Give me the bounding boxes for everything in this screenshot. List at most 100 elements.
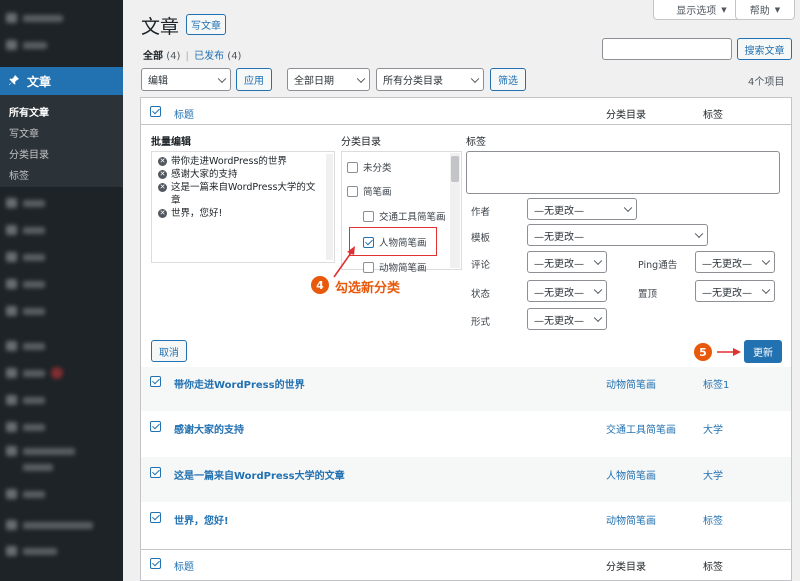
bulk-post-title-cont: 章	[171, 195, 181, 206]
column-tags: 标签	[703, 562, 723, 573]
sidebar-item-blurred[interactable]	[6, 198, 45, 208]
bulk-action-select[interactable]: 编辑	[141, 68, 231, 91]
submenu-add-new[interactable]: 写文章	[0, 124, 123, 145]
search-input[interactable]	[602, 38, 732, 60]
item-count: 4个项目	[748, 77, 785, 88]
posts-table: 标题 分类目录 标签 批量编辑 ✕ 带你走进WordPress的世界 ✕ 感谢大家的…	[140, 97, 792, 581]
ping-select[interactable]: —无更改—	[695, 251, 775, 273]
submenu-all-posts[interactable]: 所有文章	[0, 103, 123, 124]
pin-icon	[8, 74, 20, 89]
select-all-checkbox[interactable]	[150, 106, 161, 117]
select-all-checkbox[interactable]	[150, 558, 161, 569]
sticky-select[interactable]: —无更改—	[695, 280, 775, 302]
row-checkbox[interactable]	[150, 467, 161, 478]
arrow-icon	[333, 246, 355, 278]
post-tag-link[interactable]: 标签	[703, 512, 723, 527]
table-row[interactable]: 世界，您好! 动物简笔画 标签	[141, 502, 791, 548]
sidebar-item-blurred[interactable]	[6, 225, 45, 235]
search-posts-button[interactable]: 搜索文章	[737, 38, 792, 60]
step-4-caption: 勾选新分类	[335, 281, 401, 296]
view-published[interactable]: 已发布	[194, 51, 224, 62]
bulk-post-title: 世界，您好!	[171, 208, 223, 219]
post-title-link[interactable]: 世界，您好!	[174, 512, 229, 527]
sidebar-item-blurred[interactable]	[6, 422, 45, 432]
row-checkbox[interactable]	[150, 421, 161, 432]
category-checkbox[interactable]	[347, 186, 358, 197]
remove-icon[interactable]: ✕	[158, 170, 167, 179]
table-row[interactable]: 这是一篇来自WordPress大学的文章 人物简笔画 大学	[141, 457, 791, 502]
bulk-post-title: 感谢大家的支持	[171, 169, 238, 180]
sidebar-item-posts[interactable]: 文章	[0, 67, 123, 95]
post-tag-link[interactable]: 大学	[703, 421, 723, 436]
sidebar-item-blurred	[23, 462, 53, 472]
category-checkbox[interactable]	[363, 262, 374, 273]
remove-icon[interactable]: ✕	[158, 209, 167, 218]
sidebar-item-blurred[interactable]	[6, 306, 45, 316]
post-category-link[interactable]: 动物简笔画	[606, 512, 656, 527]
remove-icon[interactable]: ✕	[158, 157, 167, 166]
category-filter-select[interactable]: 所有分类目录	[376, 68, 484, 91]
sidebar-item-blurred[interactable]	[6, 446, 75, 456]
date-filter-value: 全部日期	[294, 76, 334, 87]
view-separator: |	[185, 51, 189, 62]
post-tag-link[interactable]: 标签1	[703, 376, 729, 391]
sidebar-item-blurred[interactable]	[6, 40, 47, 50]
update-button[interactable]: 更新	[744, 340, 782, 363]
sidebar-item-dashboard[interactable]	[6, 13, 63, 23]
status-select[interactable]: —无更改—	[527, 280, 607, 302]
template-select[interactable]: —无更改—	[527, 224, 708, 246]
sidebar-item-blurred[interactable]	[6, 520, 93, 530]
column-title[interactable]: 标题	[174, 558, 194, 573]
filter-button[interactable]: 筛选	[490, 68, 526, 91]
apply-button[interactable]: 应用	[236, 68, 272, 91]
bulk-edit-post-list: ✕ 带你走进WordPress的世界 ✕ 感谢大家的支持 ✕ 这是一篇来自WordPr…	[151, 151, 335, 263]
row-checkbox[interactable]	[150, 512, 161, 523]
post-category-link[interactable]: 动物简笔画	[606, 376, 656, 391]
table-row[interactable]: 感谢大家的支持 交通工具简笔画 大学	[141, 411, 791, 457]
sidebar-item-blurred[interactable]	[6, 341, 45, 351]
sidebar-item-label: 文章	[27, 74, 52, 89]
column-title[interactable]: 标题	[174, 106, 194, 121]
sidebar-item-blurred[interactable]	[6, 252, 45, 262]
submenu-categories[interactable]: 分类目录	[0, 145, 123, 166]
help-button[interactable]: 帮助 ▼	[735, 0, 795, 20]
remove-icon[interactable]: ✕	[158, 183, 167, 192]
caret-down-icon: ▼	[721, 5, 727, 14]
category-checkbox-checked[interactable]	[363, 237, 374, 248]
table-row[interactable]: 带你走进WordPress的世界 动物简笔画 标签1	[141, 367, 791, 411]
post-category-link[interactable]: 人物简笔画	[606, 467, 656, 482]
comments-select[interactable]: —无更改—	[527, 251, 607, 273]
scrollbar[interactable]	[450, 153, 460, 268]
post-title-link[interactable]: 感谢大家的支持	[174, 421, 244, 436]
post-category-link[interactable]: 交通工具简笔画	[606, 421, 676, 436]
chevron-down-icon	[593, 313, 603, 323]
chevron-down-icon	[761, 256, 771, 266]
add-new-post-button[interactable]: 写文章	[186, 14, 226, 35]
step-5-badge: 5	[694, 343, 712, 361]
chevron-down-icon	[356, 74, 366, 83]
tags-textarea[interactable]	[466, 151, 780, 194]
bulk-post-item: ✕ 这是一篇来自WordPress大学的文	[158, 181, 328, 194]
format-select[interactable]: —无更改—	[527, 308, 607, 330]
post-title-link[interactable]: 这是一篇来自WordPress大学的文章	[174, 467, 345, 482]
sidebar-item-blurred[interactable]	[6, 546, 57, 556]
sidebar-item-blurred[interactable]	[6, 395, 45, 405]
post-title-link[interactable]: 带你走进WordPress的世界	[174, 376, 305, 391]
submenu-tags[interactable]: 标签	[0, 166, 123, 187]
sidebar-item-blurred[interactable]	[6, 367, 63, 379]
category-checkbox[interactable]	[347, 162, 358, 173]
row-checkbox[interactable]	[150, 376, 161, 387]
author-select[interactable]: —无更改—	[527, 198, 637, 220]
category-checkbox[interactable]	[363, 211, 374, 222]
column-categories: 分类目录	[606, 110, 646, 121]
sticky-value: —无更改—	[702, 287, 752, 299]
cancel-button[interactable]: 取消	[151, 340, 187, 362]
chevron-down-icon	[217, 74, 227, 83]
sidebar-item-blurred[interactable]	[6, 279, 45, 289]
post-tag-link[interactable]: 大学	[703, 467, 723, 482]
sidebar-item-blurred[interactable]	[6, 489, 45, 499]
format-value: —无更改—	[534, 315, 584, 327]
view-all-count: (4)	[166, 51, 181, 62]
view-all[interactable]: 全部	[143, 51, 163, 62]
date-filter-select[interactable]: 全部日期	[287, 68, 370, 91]
